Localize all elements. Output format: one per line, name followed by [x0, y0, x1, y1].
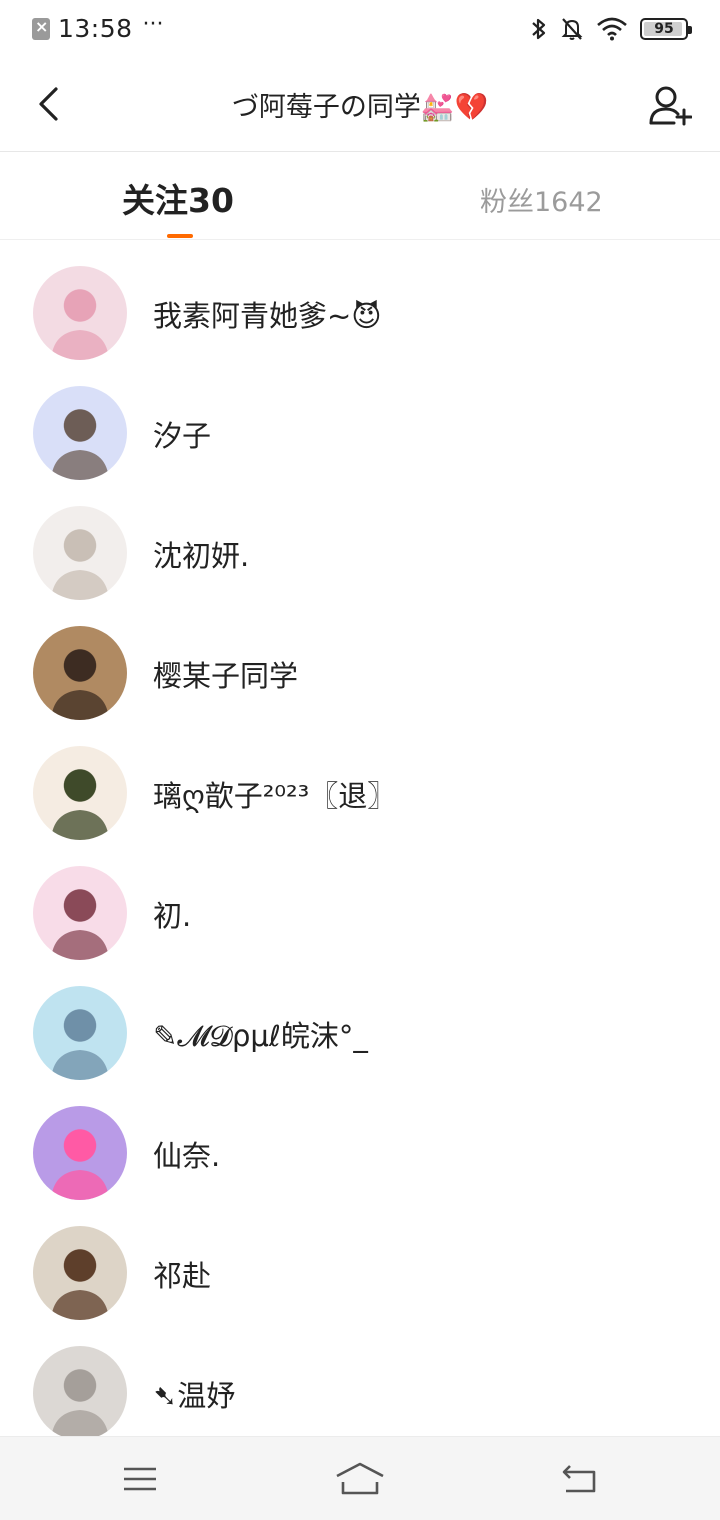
avatar-figure-icon: [51, 690, 109, 720]
battery-icon: 95: [640, 18, 692, 40]
avatar-figure-icon: [51, 810, 109, 840]
list-item[interactable]: 樱某子同学: [0, 600, 720, 720]
avatar-figure-icon: [51, 1170, 109, 1200]
screen: 13:58 ··· 95: [0, 0, 720, 1520]
list-item[interactable]: 祁赴: [0, 1200, 720, 1320]
battery-tip: [688, 26, 692, 34]
system-nav-bar: [0, 1436, 720, 1520]
tab-fans[interactable]: 粉丝1642: [480, 180, 603, 219]
user-name: 璃ღ歆子²⁰²³〖退〗: [153, 779, 397, 813]
add-user-icon: [649, 86, 692, 126]
avatar-figure-icon: [51, 930, 109, 960]
mute-icon: [561, 18, 583, 40]
more-notifications-indicator: ···: [142, 12, 164, 37]
add-user-button[interactable]: [642, 78, 698, 134]
list-item[interactable]: 汐子: [0, 360, 720, 480]
tab-bar: 关注30 粉丝1642: [0, 152, 720, 240]
list-item[interactable]: 沈初妍.: [0, 480, 720, 600]
avatar[interactable]: [33, 626, 127, 720]
user-name: 祁赴: [153, 1259, 212, 1293]
home-button[interactable]: [330, 1455, 390, 1503]
status-right: 95: [530, 16, 692, 42]
user-name: 汐子: [153, 419, 212, 453]
avatar-figure-icon: [51, 330, 109, 360]
home-icon: [336, 1462, 384, 1495]
avatar-figure-icon: [51, 570, 109, 600]
avatar[interactable]: [33, 386, 127, 480]
avatar[interactable]: [33, 1226, 127, 1320]
wifi-icon: [597, 17, 627, 41]
return-icon: [562, 1465, 596, 1493]
sim-disabled-icon: [32, 17, 50, 40]
battery-level: 95: [654, 21, 674, 37]
avatar[interactable]: [33, 866, 127, 960]
status-left: 13:58 ···: [32, 12, 164, 43]
user-name: 初.: [153, 899, 192, 933]
list-item[interactable]: 仙奈.: [0, 1080, 720, 1200]
user-name: ✎𝓜𝓓ρμℓ皖沫°_: [153, 1019, 368, 1053]
return-button[interactable]: [550, 1455, 610, 1503]
avatar-figure-icon: [51, 450, 109, 480]
user-name: 樱某子同学: [153, 659, 299, 693]
header: づ阿莓子の同学💒💔: [0, 58, 720, 152]
page-title: づ阿莓子の同学💒💔: [231, 92, 489, 123]
menu-icon: [124, 1467, 156, 1491]
status-time: 13:58: [58, 14, 133, 43]
avatar[interactable]: [33, 506, 127, 600]
bluetooth-icon: [532, 18, 546, 40]
list-item[interactable]: 我素阿青她爹~😈: [0, 240, 720, 360]
user-name: ➷温妤: [153, 1379, 236, 1413]
user-name: 我素阿青她爹~😈: [153, 299, 382, 333]
avatar[interactable]: [33, 266, 127, 360]
avatar-figure-icon: [51, 1410, 109, 1440]
avatar-figure-icon: [51, 1050, 109, 1080]
avatar[interactable]: [33, 746, 127, 840]
list-item[interactable]: 璃ღ歆子²⁰²³〖退〗: [0, 720, 720, 840]
following-list: 我素阿青她爹~😈 汐子沈初妍. 樱某子同学璃ღ歆子²⁰²³〖退〗 初. ✎𝓜𝓓ρμℓ皖沫…: [0, 240, 720, 1440]
user-name: 仙奈.: [153, 1139, 221, 1173]
avatar[interactable]: [33, 1346, 127, 1440]
menu-button[interactable]: [110, 1455, 170, 1503]
list-item[interactable]: ➷温妤: [0, 1320, 720, 1440]
list-item[interactable]: ✎𝓜𝓓ρμℓ皖沫°_: [0, 960, 720, 1080]
avatar-figure-icon: [51, 1290, 109, 1320]
user-name: 沈初妍.: [153, 539, 250, 573]
status-bar: 13:58 ··· 95: [0, 0, 720, 58]
tab-following[interactable]: 关注30: [122, 174, 234, 222]
list-item[interactable]: 初.: [0, 840, 720, 960]
avatar[interactable]: [33, 986, 127, 1080]
active-tab-indicator: [167, 234, 193, 238]
avatar[interactable]: [33, 1106, 127, 1200]
